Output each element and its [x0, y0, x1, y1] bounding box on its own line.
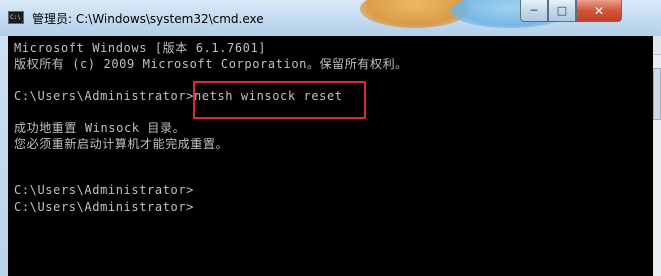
cmd-window: C:\ 管理员: C:\Windows\system32\cmd.exe ─ □…	[0, 0, 661, 276]
minimize-button[interactable]: ─	[520, 0, 548, 22]
console-line-prompt-1: C:\Users\Administrator>	[14, 183, 194, 197]
minimize-icon: ─	[530, 4, 538, 17]
maximize-button[interactable]: □	[548, 0, 576, 22]
console-line-copyright: 版权所有 (c) 2009 Microsoft Corporation。保留所有…	[14, 57, 408, 71]
console-output[interactable]: Microsoft Windows [版本 6.1.7601] 版权所有 (c)…	[8, 36, 653, 276]
caption-buttons: ─ □ ✕	[520, 0, 622, 24]
console-line-result-2: 您必须重新启动计算机才能完成重置。	[14, 137, 229, 151]
scroll-thumb[interactable]	[653, 68, 661, 120]
window-title: 管理员: C:\Windows\system32\cmd.exe	[32, 12, 264, 26]
close-icon: ✕	[593, 3, 605, 18]
vertical-scrollbar[interactable]	[653, 36, 661, 276]
maximize-icon: □	[556, 4, 568, 17]
console-line-result-1: 成功地重置 Winsock 目录。	[14, 121, 186, 135]
close-button[interactable]: ✕	[576, 0, 622, 22]
scroll-up-button[interactable]	[653, 36, 661, 55]
console-line-version: Microsoft Windows [版本 6.1.7601]	[14, 41, 267, 55]
console-line-prompt-2: C:\Users\Administrator>	[14, 200, 194, 214]
cmd-window-icon[interactable]: C:\	[8, 11, 24, 24]
title-bar[interactable]: C:\ 管理员: C:\Windows\system32\cmd.exe ─ □…	[0, 0, 661, 36]
command-highlight-box	[193, 81, 366, 119]
